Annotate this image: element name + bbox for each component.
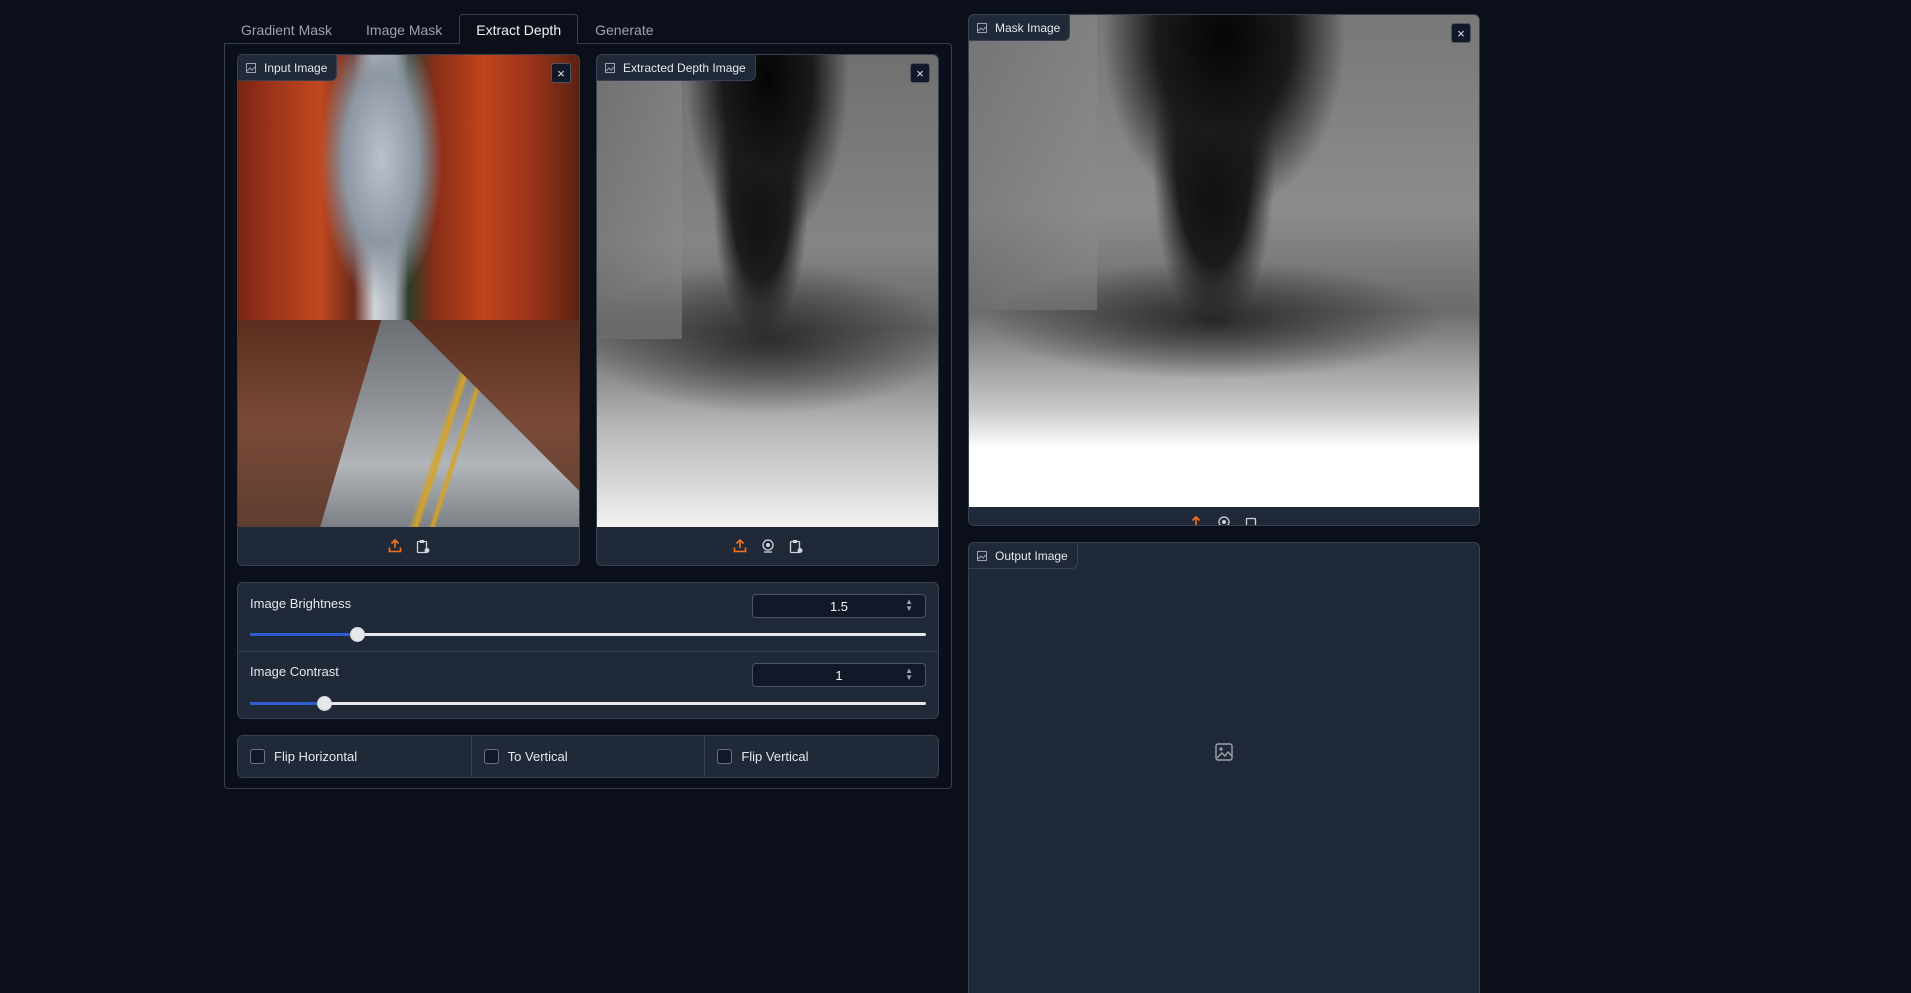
brightness-input[interactable]: 1.5 ▲ ▼ [752,594,926,618]
checkbox-box[interactable] [250,749,265,764]
input-photo [238,55,579,528]
clipboard-icon[interactable] [787,537,805,555]
image-icon [605,62,615,73]
depth-image-box[interactable]: Extracted Depth Image × [596,54,939,566]
to-vertical-checkbox[interactable]: To Vertical [470,736,705,777]
contrast-thumb[interactable] [316,696,332,711]
output-placeholder [969,543,1479,961]
mask-map [969,15,1479,507]
flip-horizontal-checkbox[interactable]: Flip Horizontal [238,736,471,777]
mask-image-label: Mask Image [969,15,1071,41]
flip-horizontal-label: Flip Horizontal [274,749,358,764]
depth-image-toolbar [597,527,938,565]
brightness-fill [250,633,357,636]
checkbox-box[interactable] [717,749,733,764]
spinner-icon[interactable]: ▲ ▼ [905,598,913,613]
tab-bar: Gradient Mask Image Mask Extract Depth G… [224,14,671,44]
contrast-row: Image Contrast 1 ▲ ▼ [238,651,938,719]
to-vertical-label: To Vertical [507,749,568,764]
contrast-input[interactable]: 1 ▲ ▼ [752,663,926,687]
contrast-fill [250,702,324,705]
contrast-value: 1 [835,667,843,683]
contrast-label: Image Contrast [250,664,339,679]
depth-image-title: Extracted Depth Image [623,60,746,75]
contrast-slider[interactable] [250,696,926,711]
depth-map [597,55,938,528]
tab-image-mask[interactable]: Image Mask [349,14,459,44]
input-image-title: Input Image [264,60,328,75]
spinner-icon[interactable]: ▲ ▼ [905,667,913,682]
brightness-thumb[interactable] [349,627,365,642]
webcam-icon[interactable] [1215,514,1233,525]
close-icon[interactable]: × [910,63,930,83]
tab-extract-depth[interactable]: Extract Depth [459,14,579,44]
slider-panel: Image Brightness 1.5 ▲ ▼ Image Contrast 1… [237,582,939,719]
upload-icon[interactable] [1187,514,1205,525]
clipboard-icon[interactable] [414,537,432,555]
close-icon[interactable]: × [1451,23,1471,43]
brightness-label: Image Brightness [250,596,352,611]
mask-image-box[interactable]: Mask Image × [968,14,1480,526]
flip-vertical-label: Flip Vertical [741,749,809,764]
output-image-box[interactable]: Output Image [968,542,1480,993]
upload-icon[interactable] [386,537,404,555]
brightness-row: Image Brightness 1.5 ▲ ▼ [238,583,938,651]
output-image-title: Output Image [995,548,1068,563]
mask-image-toolbar [969,513,1479,525]
input-image-box[interactable]: Input Image × [237,54,580,566]
tab-gradient-mask[interactable]: Gradient Mask [224,14,349,44]
image-icon [977,22,987,33]
flip-vertical-checkbox[interactable]: Flip Vertical [704,736,938,777]
checkbox-panel: Flip Horizontal To Vertical Flip Vertica… [237,735,939,778]
webcam-icon[interactable] [759,537,777,555]
tab-generate[interactable]: Generate [578,14,670,44]
brightness-value: 1.5 [829,598,849,614]
image-icon [246,62,256,73]
input-image-label: Input Image [238,55,338,81]
mask-image-title: Mask Image [995,20,1061,35]
upload-icon[interactable] [731,537,749,555]
input-image-toolbar [238,527,579,565]
checkbox-box[interactable] [483,749,499,764]
image-placeholder-icon [1215,743,1233,761]
depth-image-label: Extracted Depth Image [597,55,756,81]
output-image-label: Output Image [969,543,1078,569]
clipboard-icon[interactable] [1243,514,1261,525]
image-icon [977,550,987,561]
close-icon[interactable]: × [551,63,571,83]
brightness-slider[interactable] [250,627,926,642]
